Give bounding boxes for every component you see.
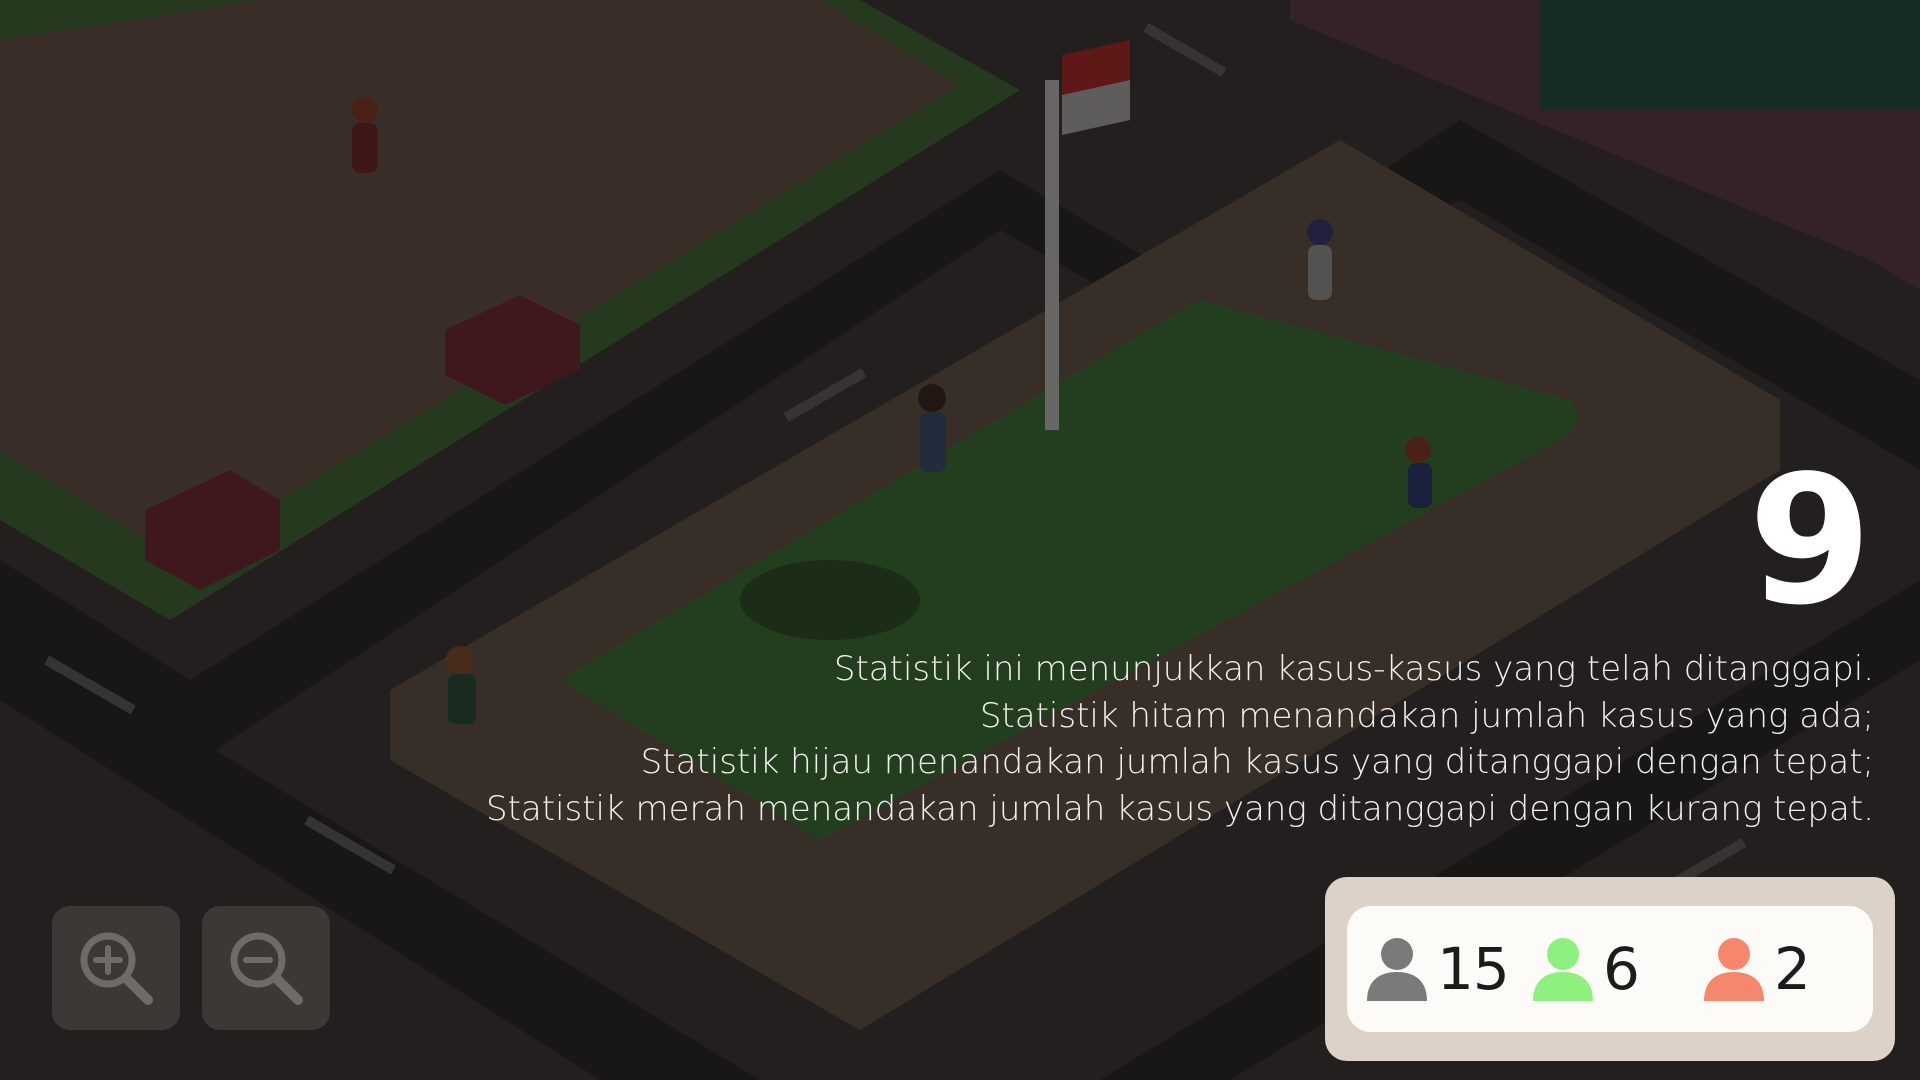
stat-wrong-value: 2: [1774, 935, 1811, 1003]
person-icon: [1367, 938, 1427, 1001]
tutorial-explanation: Statistik ini menunjukkan kasus-kasus ya…: [374, 646, 1874, 832]
zoom-out-icon: [230, 932, 303, 1005]
explanation-line: Statistik hitam menandakan jumlah kasus …: [979, 695, 1874, 736]
person-icon: [1533, 938, 1593, 1001]
explanation-line: Statistik hijau menandakan jumlah kasus …: [640, 742, 1874, 782]
stat-correct-value: 6: [1603, 935, 1640, 1003]
stat-wrong-cases: 2: [1702, 906, 1811, 1032]
explanation-line: Statistik ini menunjukkan kasus-kasus ya…: [833, 649, 1874, 689]
statistics-panel-inner: 15 6 2: [1347, 906, 1873, 1032]
stat-correct-cases: 6: [1531, 906, 1640, 1032]
person-icon: [1704, 938, 1764, 1001]
zoom-out-button[interactable]: [202, 906, 330, 1030]
zoom-in-icon: [80, 932, 153, 1005]
building-right: [1540, 0, 1920, 110]
tutorial-step-number: 9: [1748, 437, 1872, 644]
stat-total-value: 15: [1437, 935, 1510, 1003]
statistics-panel: 15 6 2: [1325, 877, 1895, 1061]
flag-pole: [1045, 80, 1059, 430]
stat-total-cases: 15: [1365, 906, 1510, 1032]
zoom-in-button[interactable]: [52, 906, 180, 1030]
explanation-line: Statistik merah menandakan jumlah kasus …: [485, 788, 1874, 829]
